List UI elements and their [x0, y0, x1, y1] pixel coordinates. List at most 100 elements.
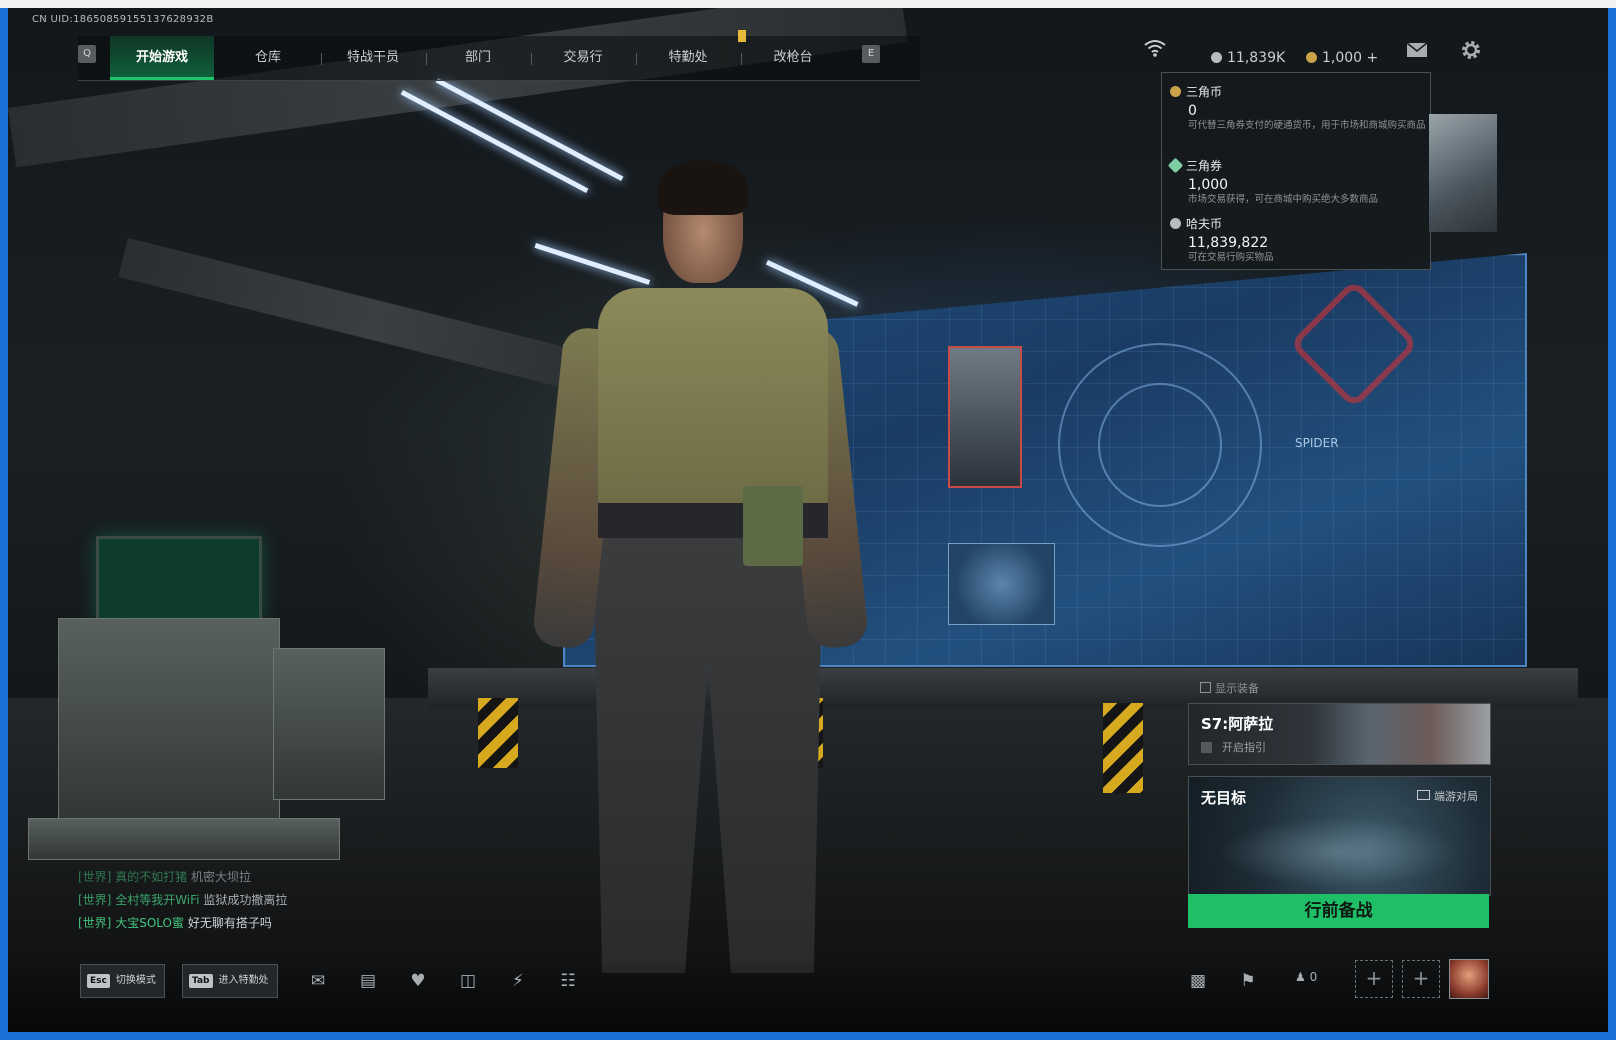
game-viewport: SPIDER CN UID:18650859155137628932B Q E …	[8, 8, 1608, 1032]
battlepass-icon[interactable]: ⚡	[504, 968, 532, 994]
party-count: 0	[1309, 970, 1318, 984]
chat-icon[interactable]: ✉	[304, 968, 332, 994]
chat-channel: [世界]	[78, 916, 112, 930]
season-guide[interactable]: 开启指引	[1201, 739, 1266, 755]
ceiling-light	[534, 243, 651, 285]
screen-label: SPIDER	[1295, 436, 1339, 450]
triangle-coin-icon	[1170, 86, 1181, 97]
havoc-coin-icon	[1170, 218, 1181, 229]
tab-operators[interactable]: 特战干员	[321, 36, 425, 80]
hotkey-label: 切换模式	[115, 975, 156, 986]
nav-prev-key[interactable]: Q	[78, 45, 96, 63]
currency-value: 1,000	[1188, 177, 1229, 193]
target-portrait	[948, 346, 1022, 488]
coupon-icon	[1306, 52, 1317, 63]
currency-row-triangle-coin: 三角币 0 可代替三角券支付的硬通货币，用于市场和商城购买商品	[1170, 83, 1426, 133]
checkbox-icon	[1200, 682, 1211, 693]
hazard-stripe	[478, 698, 518, 768]
currency-row-havoc-coin: 哈夫币 11,839,822 可在交易行购买物品	[1170, 215, 1426, 265]
hotkey-key: Tab	[189, 974, 213, 988]
mode-title: 无目标	[1201, 789, 1247, 807]
supply-crate	[273, 648, 385, 800]
hotkey-label: 进入特勤处	[218, 975, 269, 986]
chat-line: [世界] 真的不如打猪 机密大坝拉	[78, 868, 251, 885]
show-gear-label: 显示装备	[1215, 682, 1259, 695]
cart-icon[interactable]: ◫	[454, 968, 482, 994]
chat-channel: [世界]	[78, 870, 112, 884]
calendar-icon[interactable]: ☷	[554, 968, 582, 994]
ceiling-beam	[118, 238, 633, 403]
hazard-stripe	[1103, 703, 1143, 793]
user-uid: CN UID:18650859155137628932B	[32, 14, 214, 25]
radar-ring-inner	[1098, 383, 1222, 507]
terminal-monitor	[96, 536, 262, 622]
currency-row-triangle-coupon: 三角券 1,000 市场交易获得，可在商城中购买绝大多数商品	[1167, 157, 1426, 207]
currency-name: 哈夫币	[1186, 217, 1223, 231]
hotkey-key: Esc	[87, 974, 110, 988]
coupon-value: 1,000 +	[1322, 50, 1379, 66]
currency-desc: 市场交易获得，可在商城中购买绝大多数商品	[1188, 194, 1379, 205]
shield-icon[interactable]: ♥	[404, 968, 432, 994]
character-hair	[658, 160, 748, 215]
chat-sender: 大宝SOLO蜜	[115, 916, 184, 930]
character-pouch	[743, 486, 803, 566]
chat-line: [世界] 大宝SOLO蜜 好无聊有搭子吗	[78, 914, 272, 931]
mode-selector-card[interactable]: 无目标 端游对局	[1188, 776, 1491, 896]
tab-start-game[interactable]: 开始游戏	[110, 36, 214, 80]
character-torso	[598, 288, 828, 508]
wifi-icon	[1144, 38, 1166, 63]
mode-platform-label: 端游对局	[1434, 790, 1478, 803]
window-top-strip	[0, 0, 1616, 8]
nav-next-key[interactable]: E	[862, 45, 880, 63]
havoc-coin-balance[interactable]: 11,839K	[1211, 50, 1285, 66]
ceiling-light	[400, 90, 589, 194]
spiderweb-panel	[948, 543, 1055, 625]
havoc-coin-icon	[1211, 52, 1222, 63]
currency-value: 11,839,822	[1188, 235, 1269, 251]
season-banner[interactable]: S7:阿萨拉 开启指引	[1188, 703, 1491, 765]
tab-warehouse[interactable]: 仓库	[216, 36, 320, 80]
checkbox-icon	[1201, 742, 1212, 753]
mode-platform-tag: 端游对局	[1417, 788, 1478, 804]
stats-icon[interactable]: ▩	[1184, 968, 1212, 994]
chat-line: [世界] 全村等我开WiFi 监狱成功撤离拉	[78, 891, 287, 908]
chat-channel: [世界]	[78, 893, 112, 907]
party-counter[interactable]: ♟ 0	[1295, 970, 1317, 984]
tab-trading[interactable]: 交易行	[531, 36, 635, 80]
switch-mode-hotkey[interactable]: Esc 切换模式	[80, 964, 165, 998]
currency-desc: 可在交易行购买物品	[1188, 252, 1274, 263]
currency-desc: 可代替三角券支付的硬通货币，用于市场和商城购买商品	[1188, 120, 1426, 131]
event-thumbnail[interactable]	[1429, 114, 1497, 232]
currency-value: 0	[1188, 103, 1197, 119]
chat-message: 监狱成功撤离拉	[203, 893, 288, 907]
map-terrain	[1219, 817, 1459, 887]
triangle-coupon-icon	[1167, 157, 1184, 174]
tab-special-ops[interactable]: 特勤处	[636, 36, 740, 80]
season-title: S7:阿萨拉	[1201, 715, 1274, 733]
currency-name: 三角券	[1186, 159, 1223, 173]
radio-equipment	[58, 618, 280, 820]
special-ops-hotkey[interactable]: Tab 进入特勤处	[182, 964, 278, 998]
havoc-coin-value: 11,839K	[1227, 50, 1286, 66]
add-teammate-slot[interactable]: +	[1402, 960, 1440, 998]
deploy-prep-button[interactable]: 行前备战	[1188, 894, 1489, 928]
mail-icon[interactable]	[1406, 42, 1428, 63]
chat-sender: 真的不如打猪	[115, 870, 188, 884]
season-guide-label: 开启指引	[1222, 741, 1266, 754]
currency-tooltip: 三角币 0 可代替三角券支付的硬通货币，用于市场和商城购买商品 三角券 1,00…	[1161, 72, 1431, 270]
currency-name: 三角币	[1186, 85, 1223, 99]
show-gear-toggle[interactable]: 显示装备	[1200, 680, 1259, 696]
notice-marker	[738, 30, 746, 42]
monitor-icon	[1417, 790, 1430, 800]
add-teammate-slot[interactable]: +	[1355, 960, 1393, 998]
people-icon: ♟	[1295, 970, 1306, 984]
tab-gunsmith[interactable]: 改枪台	[741, 36, 845, 80]
gear-icon[interactable]	[1460, 39, 1482, 66]
flag-icon[interactable]: ⚑	[1234, 968, 1262, 994]
player-avatar[interactable]	[1449, 959, 1489, 999]
chat-message: 好无聊有搭子吗	[187, 916, 272, 930]
coupon-balance[interactable]: 1,000 +	[1306, 50, 1378, 66]
gift-icon[interactable]: ▤	[354, 968, 382, 994]
chat-sender: 全村等我开WiFi	[115, 893, 200, 907]
tab-department[interactable]: 部门	[426, 36, 530, 80]
